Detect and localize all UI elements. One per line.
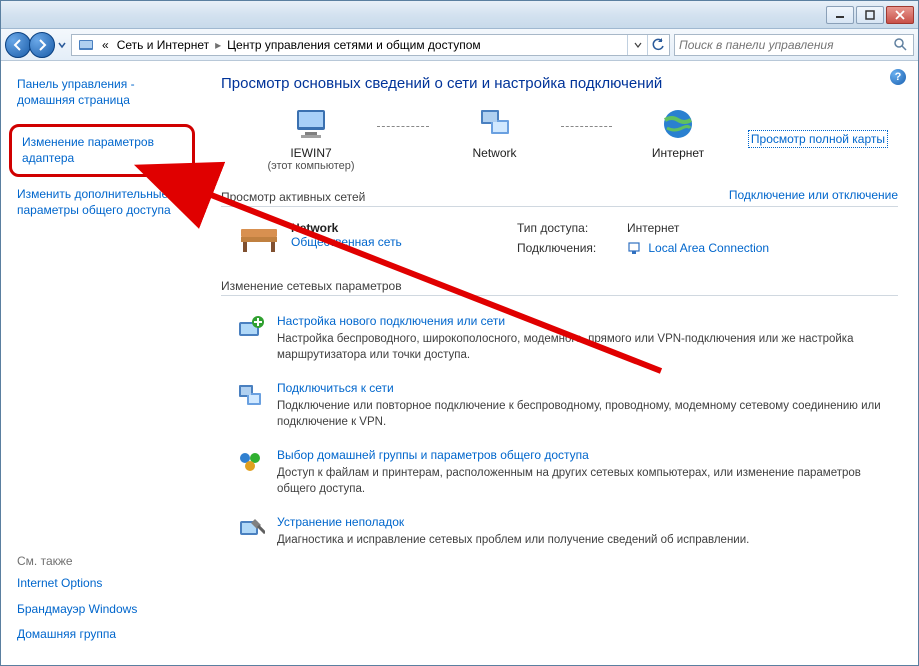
action-connect-network-title[interactable]: Подключиться к сети	[277, 381, 394, 395]
address-dropdown[interactable]	[627, 35, 647, 55]
map-network-label: Network	[472, 146, 516, 160]
connections-label: Подключения:	[517, 241, 627, 257]
active-network-row: Network Общественная сеть Тип доступа: И…	[221, 217, 898, 261]
map-node-network: Network	[435, 106, 555, 172]
troubleshoot-icon	[237, 515, 265, 543]
action-connect-network[interactable]: Подключиться к сети Подключение или повт…	[221, 373, 898, 440]
network-icon	[475, 106, 515, 142]
ethernet-icon	[627, 241, 641, 255]
breadcrumb-seg-1[interactable]: Сеть и Интернет	[113, 38, 213, 52]
map-link-2	[561, 126, 613, 127]
sidebar-link-advanced-sharing[interactable]: Изменить дополнительные параметры общего…	[17, 187, 189, 218]
action-connect-network-desc: Подключение или повторное подключение к …	[277, 399, 898, 430]
action-homegroup-desc: Доступ к файлам и принтерам, расположенн…	[277, 466, 898, 497]
sidebar-link-home[interactable]: Панель управления - домашняя страница	[17, 77, 189, 108]
maximize-button[interactable]	[856, 6, 884, 24]
help-icon[interactable]: ?	[890, 69, 906, 85]
map-node-internet: Интернет	[618, 106, 738, 172]
search-input[interactable]	[679, 38, 893, 52]
action-homegroup[interactable]: Выбор домашней группы и параметров общег…	[221, 440, 898, 507]
map-link-1	[377, 126, 429, 127]
section-title-change: Изменение сетевых параметров	[221, 279, 898, 293]
action-homegroup-title[interactable]: Выбор домашней группы и параметров общег…	[277, 448, 589, 462]
new-connection-icon	[237, 314, 265, 342]
bench-icon	[237, 221, 281, 257]
access-type-label: Тип доступа:	[517, 221, 627, 237]
address-bar[interactable]: « Сеть и Интернет ▸ Центр управления сет…	[71, 34, 670, 56]
access-type-value: Интернет	[627, 221, 898, 237]
connect-disconnect-link[interactable]: Подключение или отключение	[729, 188, 898, 202]
active-network-name: Network	[291, 221, 402, 235]
sidebar-link-firewall[interactable]: Брандмауэр Windows	[17, 602, 189, 618]
globe-icon	[658, 106, 698, 142]
history-dropdown[interactable]	[57, 36, 67, 54]
connect-network-icon	[237, 381, 265, 409]
back-button[interactable]	[5, 32, 31, 58]
network-map: IEWIN7 (этот компьютер) Network Ин	[221, 106, 898, 178]
map-internet-label: Интернет	[652, 146, 704, 160]
map-node-computer: IEWIN7 (этот компьютер)	[251, 106, 371, 172]
search-icon	[893, 37, 909, 53]
action-new-connection-title[interactable]: Настройка нового подключения или сети	[277, 314, 505, 328]
action-troubleshoot[interactable]: Устранение неполадок Диагностика и испра…	[221, 507, 898, 559]
seealso-heading: См. также	[17, 554, 189, 568]
forward-button[interactable]	[29, 32, 55, 58]
minimize-button[interactable]	[826, 6, 854, 24]
address-bar-row: « Сеть и Интернет ▸ Центр управления сет…	[1, 29, 918, 61]
breadcrumb-prefix[interactable]: «	[98, 38, 113, 52]
chevron-right-icon: ▸	[213, 38, 223, 52]
section-divider	[221, 206, 898, 207]
view-full-map-link[interactable]: Просмотр полной карты	[748, 130, 888, 148]
search-box[interactable]	[674, 34, 914, 56]
computer-icon	[291, 106, 331, 142]
section-divider-2	[221, 295, 898, 296]
highlight-annotation: Изменение параметров адаптера	[9, 124, 195, 177]
action-new-connection[interactable]: Настройка нового подключения или сети На…	[221, 306, 898, 373]
connection-link[interactable]: Local Area Connection	[648, 241, 769, 255]
page-title: Просмотр основных сведений о сети и наст…	[221, 75, 898, 92]
window-frame: « Сеть и Интернет ▸ Центр управления сет…	[0, 0, 919, 666]
breadcrumb-seg-2[interactable]: Центр управления сетями и общим доступом	[223, 38, 485, 52]
action-troubleshoot-title[interactable]: Устранение неполадок	[277, 515, 404, 529]
titlebar	[1, 1, 918, 29]
sidebar-link-internet-options[interactable]: Internet Options	[17, 576, 189, 592]
map-computer-name: IEWIN7	[290, 146, 331, 160]
map-computer-sub: (этот компьютер)	[267, 160, 354, 172]
close-button[interactable]	[886, 6, 914, 24]
refresh-button[interactable]	[647, 35, 667, 55]
homegroup-icon	[237, 448, 265, 476]
action-troubleshoot-desc: Диагностика и исправление сетевых пробле…	[277, 533, 898, 549]
content-pane: ? Просмотр основных сведений о сети и на…	[201, 61, 918, 665]
active-network-type-link[interactable]: Общественная сеть	[291, 235, 402, 249]
nav-buttons	[5, 32, 67, 58]
sidebar: Панель управления - домашняя страница Из…	[1, 61, 201, 665]
actions-list: Настройка нового подключения или сети На…	[221, 306, 898, 559]
body: Панель управления - домашняя страница Из…	[1, 61, 918, 665]
sidebar-link-adapter-settings[interactable]: Изменение параметров адаптера	[22, 135, 182, 166]
action-new-connection-desc: Настройка беспроводного, широкополосного…	[277, 332, 898, 363]
sidebar-link-homegroup[interactable]: Домашняя группа	[17, 627, 189, 643]
control-panel-icon	[78, 37, 94, 53]
